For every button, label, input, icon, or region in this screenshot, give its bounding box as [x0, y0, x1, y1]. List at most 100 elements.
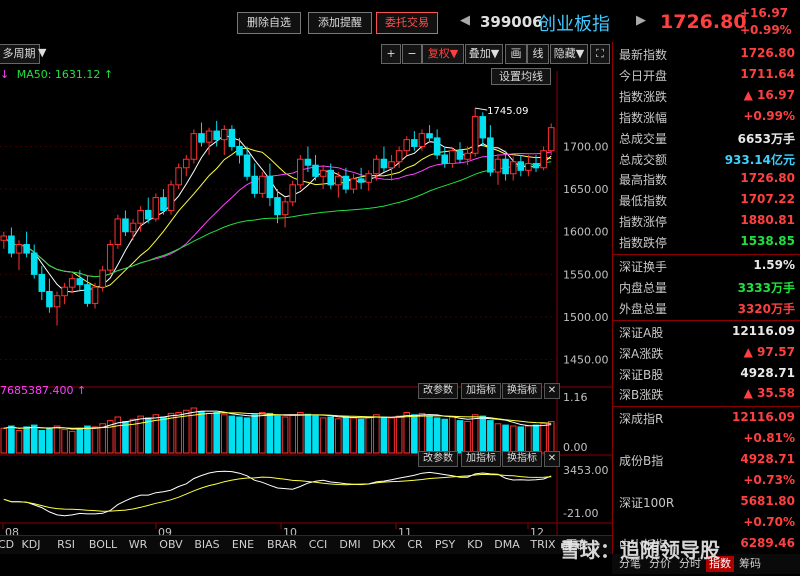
volume-bar	[365, 416, 373, 454]
indicator-tab-brar[interactable]: BRAR	[262, 537, 302, 553]
candle-body	[456, 150, 464, 160]
delete-watchlist-button[interactable]: 删除自选	[237, 12, 301, 34]
candle-body	[76, 278, 84, 286]
candle-body	[114, 218, 122, 246]
volume-bar	[198, 411, 205, 454]
quote-label: 指数跌停	[619, 236, 668, 251]
volume-bar	[502, 424, 509, 454]
price-tick-label: 1700.00	[563, 140, 609, 153]
volume-bar	[517, 426, 525, 454]
volume-bar	[411, 414, 418, 454]
ind-add-indicator-button[interactable]: 加指标	[461, 451, 501, 467]
indicator-tick-label: -21.00	[563, 507, 598, 520]
volume-bar	[403, 412, 411, 454]
quote-label: 今日开盘	[619, 68, 668, 83]
ind-close-icon[interactable]: ✕	[544, 451, 560, 467]
candle-body	[106, 244, 114, 271]
quote-panel: 最新指数 1726.80 今日开盘 1711.64 指数涨跌 ▲ 16.97 指数涨幅 +0.…	[612, 42, 800, 574]
candle-body	[266, 175, 274, 199]
kline-chart[interactable]: 1700.00 1650.00 1600.00 1550.00 1500.00 1450.…	[0, 66, 612, 546]
volume-bar	[289, 414, 297, 454]
trade-order-button[interactable]: 委托交易	[376, 12, 438, 34]
price-tick-label: 1600.00	[563, 226, 609, 239]
quote-value: 3333万手	[737, 280, 795, 295]
candle-body	[167, 184, 175, 211]
stock-name: 创业板指	[538, 14, 610, 35]
period-selector[interactable]: 多周期	[0, 44, 40, 64]
vol-close-icon[interactable]: ✕	[544, 383, 560, 399]
price-tick-label: 1550.00	[563, 268, 609, 281]
indicator-tab-cr[interactable]: CR	[402, 537, 428, 553]
indicator-tab-dkx[interactable]: DKX	[368, 537, 400, 553]
candle-body	[243, 154, 251, 177]
volume-bar	[137, 415, 144, 454]
volume-bar	[266, 412, 274, 454]
ind-change-param-button[interactable]: 改参数	[418, 451, 458, 467]
overlay-button[interactable]: 叠加▼	[465, 44, 503, 64]
quote-row: 指数涨幅 +0.99%	[619, 107, 799, 128]
vol-change-param-button[interactable]: 改参数	[418, 383, 458, 399]
candle-body	[0, 235, 8, 241]
candle-body	[487, 137, 494, 173]
volume-bar	[525, 425, 532, 454]
indicator-tab-wr[interactable]: WR	[124, 537, 152, 553]
volume-bar	[304, 413, 312, 454]
candle-body	[312, 164, 319, 177]
volume-bar	[243, 417, 251, 454]
candle-body	[297, 158, 304, 186]
quote-row: 成份B指 4928.71	[619, 450, 799, 471]
indicator-tab-kdj[interactable]: KDJ	[14, 537, 48, 553]
candle-body	[205, 130, 213, 143]
indicator-tab-boll[interactable]: BOLL	[84, 537, 122, 553]
prev-stock-icon[interactable]: ◀	[460, 13, 470, 28]
chevron-down-icon[interactable]: ▼	[38, 44, 46, 62]
next-stock-icon[interactable]: ▶	[636, 13, 646, 28]
volume-bar	[441, 418, 449, 454]
panel-divider	[613, 319, 800, 321]
indicator-tab-dmi[interactable]: DMI	[334, 537, 366, 553]
candle-body	[449, 150, 456, 164]
zoom-out-button[interactable]: −	[402, 44, 422, 64]
quote-row: 总成交量 6653万手	[619, 128, 799, 149]
candle-body	[525, 163, 532, 171]
quote-row: 深证B股 4928.71	[619, 364, 799, 385]
indicator-tab-cd[interactable]: CD	[0, 537, 14, 553]
add-alert-button[interactable]: 添加提醒	[308, 12, 372, 34]
indicator-tab-rsi[interactable]: RSI	[50, 537, 82, 553]
quote-value: 1711.64	[740, 66, 795, 81]
panel-tab-4[interactable]: 筹码	[736, 556, 764, 572]
indicator-tab-psy[interactable]: PSY	[430, 537, 460, 553]
volume-bar	[61, 429, 68, 454]
quote-label: 最高指数	[619, 173, 668, 188]
vol-add-indicator-button[interactable]: 加指标	[461, 383, 501, 399]
candle-body	[380, 158, 388, 169]
candle-body	[182, 158, 190, 169]
indicator-tab-bias[interactable]: BIAS	[190, 537, 224, 553]
hide-button[interactable]: 隐藏▼	[550, 44, 588, 64]
candle-body	[304, 158, 312, 166]
volume-bar	[251, 414, 258, 454]
quote-row: 深证A股 12116.09	[619, 322, 799, 343]
indicator-tab-dma[interactable]: DMA	[490, 537, 524, 553]
ind-swap-indicator-button[interactable]: 换指标	[502, 451, 542, 467]
ma-arrow-icon: ↓	[0, 68, 10, 81]
draw-button[interactable]: 画	[505, 44, 527, 64]
stock-code: 399006	[480, 13, 543, 31]
zoom-in-button[interactable]: +	[381, 44, 401, 64]
volume-bar	[38, 430, 46, 454]
line-button[interactable]: 线	[527, 44, 549, 64]
indicator-tab-ene[interactable]: ENE	[226, 537, 260, 553]
quote-label: 外盘总量	[619, 301, 668, 316]
indicator-tab-cci[interactable]: CCI	[304, 537, 332, 553]
indicator-tab-obv[interactable]: OBV	[154, 537, 188, 553]
indicator-tab-trix[interactable]: TRIX	[526, 537, 560, 553]
candle-body	[479, 116, 487, 139]
volume-bar	[312, 415, 319, 454]
fullscreen-icon[interactable]: ⛶	[590, 44, 610, 64]
indicator-tab-kd[interactable]: KD	[462, 537, 488, 553]
vol-swap-indicator-button[interactable]: 换指标	[502, 383, 542, 399]
adjust-price-button[interactable]: 复权▼	[422, 44, 464, 64]
indicator-line-2	[3, 473, 552, 512]
ma-settings-button[interactable]: 设置均线	[491, 68, 551, 85]
quote-row: 指数跌停 1538.85	[619, 232, 799, 253]
